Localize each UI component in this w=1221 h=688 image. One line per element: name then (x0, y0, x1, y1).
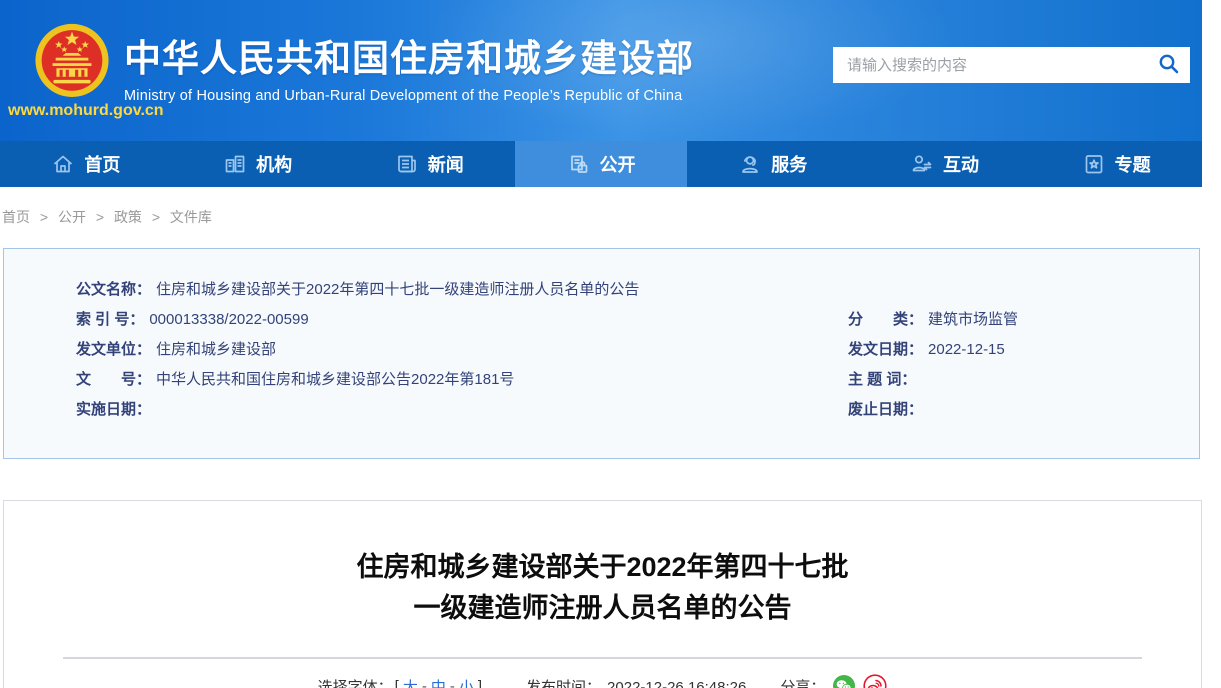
nav-item-label: 机构 (256, 151, 292, 177)
breadcrumb-policy[interactable]: 政策 (114, 209, 142, 225)
breadcrumb-separator: > (96, 209, 104, 225)
home-icon (51, 152, 75, 176)
breadcrumb-separator: > (152, 209, 160, 225)
doc-meta-panel: 公文名称：住房和城乡建设部关于2022年第四十七批一级建造师注册人员名单的公告 … (3, 248, 1200, 459)
meta-row-number-subject: 文 号： 中华人民共和国住房和城乡建设部公告2022年第181号 主 题 词： (4, 365, 1199, 395)
interaction-icon (910, 152, 934, 176)
nav-item-label: 服务 (771, 151, 807, 177)
disclosure-icon (567, 152, 591, 176)
meta-label: 发文日期： (848, 341, 923, 358)
breadcrumb: 首页 > 公开 > 政策 > 文件库 (2, 209, 1202, 225)
search-box (833, 47, 1190, 83)
font-size-small[interactable]: 小 (459, 676, 474, 688)
nav-item-organization[interactable]: 机构 (172, 141, 344, 187)
meta-label: 索 引 号： (76, 311, 144, 328)
publish-time-label: 发布时间： (526, 679, 601, 688)
font-size-large[interactable]: 大 (403, 676, 418, 688)
font-selector-dash: - (422, 678, 427, 688)
breadcrumb-library[interactable]: 文件库 (170, 209, 212, 225)
font-selector-bracket-close: ] (478, 678, 482, 688)
publish-time-value: 2022-12-26 16:48:26 (607, 679, 746, 688)
nav-item-home[interactable]: 首页 (0, 141, 172, 187)
article-title-line2: 一级建造师注册人员名单的公告 (4, 588, 1201, 629)
meta-row-issuer-date: 发文单位： 住房和城乡建设部 发文日期： 2022-12-15 (4, 335, 1199, 365)
site-title-block: 中华人民共和国住房和城乡建设部 Ministry of Housing and … (124, 36, 694, 104)
nav-item-label: 首页 (84, 151, 120, 177)
meta-label: 发文单位： (76, 341, 151, 358)
weibo-icon[interactable] (863, 674, 887, 688)
breadcrumb-disclosure[interactable]: 公开 (58, 209, 86, 225)
meta-field-doc-number: 文 号： 中华人民共和国住房和城乡建设部公告2022年第181号 (4, 365, 848, 395)
nav-item-label: 专题 (1115, 151, 1151, 177)
meta-value: 000013338/2022-00599 (149, 311, 308, 328)
meta-label: 主 题 词： (848, 371, 916, 388)
search-button[interactable] (1154, 52, 1184, 78)
search-input[interactable] (833, 47, 1143, 83)
publish-block: 发布时间： 2022-12-26 16:48:26 (526, 676, 746, 688)
font-selector-label: 选择字体： (318, 676, 393, 688)
meta-field-doc-name: 公文名称： 住房和城乡建设部关于2022年第四十七批一级建造师注册人员名单的公告 (4, 275, 848, 305)
meta-row-impl-repeal: 实施日期： 废止日期： (4, 395, 1199, 425)
nav-item-topics[interactable]: 专题 (1030, 141, 1202, 187)
topics-icon (1082, 152, 1106, 176)
nav-item-label: 公开 (600, 151, 636, 177)
services-icon (738, 152, 762, 176)
nav-item-news[interactable]: 新闻 (343, 141, 515, 187)
meta-field-repeal-date: 废止日期： (848, 395, 1199, 425)
article-title: 住房和城乡建设部关于2022年第四十七批 一级建造师注册人员名单的公告 (4, 547, 1201, 629)
font-selector: 选择字体： [ 大 - 中 - 小 ] (318, 676, 484, 688)
breadcrumb-separator: > (40, 209, 48, 225)
page: 中华人民共和国住房和城乡建设部 Ministry of Housing and … (0, 0, 1202, 688)
meta-label: 文 号： (76, 371, 151, 388)
meta-field-index-no: 索 引 号： 000013338/2022-00599 (4, 305, 848, 335)
nav-item-label: 新闻 (428, 151, 464, 177)
font-size-medium[interactable]: 中 (431, 676, 446, 688)
meta-field-issue-date: 发文日期： 2022-12-15 (848, 335, 1199, 365)
article-meta-row: 选择字体： [ 大 - 中 - 小 ] 发布时间： 2022-12-26 16:4… (4, 674, 1201, 688)
meta-label: 实施日期： (76, 401, 151, 418)
site-header: 中华人民共和国住房和城乡建设部 Ministry of Housing and … (0, 0, 1202, 141)
meta-value: 住房和城乡建设部 (156, 341, 276, 358)
nav-item-label: 互动 (943, 151, 979, 177)
meta-row-index-category: 索 引 号： 000013338/2022-00599 分 类： 建筑市场监管 (4, 305, 1199, 335)
meta-value: 建筑市场监管 (928, 311, 1018, 328)
news-icon (395, 152, 419, 176)
font-selector-dash: - (450, 678, 455, 688)
meta-value: 住房和城乡建设部关于2022年第四十七批一级建造师注册人员名单的公告 (156, 281, 639, 298)
meta-label: 分 类： (848, 311, 923, 328)
share-block: 分享： (780, 674, 887, 688)
nav-item-disclosure[interactable]: 公开 (515, 141, 687, 187)
nav-item-interaction[interactable]: 互动 (859, 141, 1031, 187)
meta-field-impl-date: 实施日期： (4, 395, 848, 425)
meta-field-subject: 主 题 词： (848, 365, 1199, 395)
meta-field-issuer: 发文单位： 住房和城乡建设部 (4, 335, 848, 365)
organization-icon (223, 152, 247, 176)
meta-value: 2022-12-15 (928, 341, 1005, 358)
nav-item-services[interactable]: 服务 (687, 141, 859, 187)
search-icon (1158, 63, 1180, 78)
article-panel: 住房和城乡建设部关于2022年第四十七批 一级建造师注册人员名单的公告 选择字体… (3, 500, 1202, 688)
national-emblem-icon (33, 20, 111, 104)
meta-field-category: 分 类： 建筑市场监管 (848, 305, 1199, 335)
site-url: www.mohurd.gov.cn (8, 102, 164, 120)
main-nav: 首页 机构 新闻 (0, 141, 1202, 187)
meta-value: 中华人民共和国住房和城乡建设部公告2022年第181号 (156, 371, 514, 388)
font-selector-bracket-open: [ (395, 678, 399, 688)
meta-label: 公文名称： (76, 281, 151, 298)
article-divider (63, 657, 1142, 659)
meta-label: 废止日期： (848, 401, 923, 418)
article-title-line1: 住房和城乡建设部关于2022年第四十七批 (4, 547, 1201, 588)
wechat-icon[interactable] (832, 674, 856, 688)
share-label: 分享： (780, 676, 825, 688)
site-title: 中华人民共和国住房和城乡建设部 (124, 36, 694, 82)
meta-row-doc-name: 公文名称： 住房和城乡建设部关于2022年第四十七批一级建造师注册人员名单的公告 (4, 275, 1199, 305)
breadcrumb-home[interactable]: 首页 (2, 209, 30, 225)
site-subtitle: Ministry of Housing and Urban-Rural Deve… (124, 88, 694, 104)
